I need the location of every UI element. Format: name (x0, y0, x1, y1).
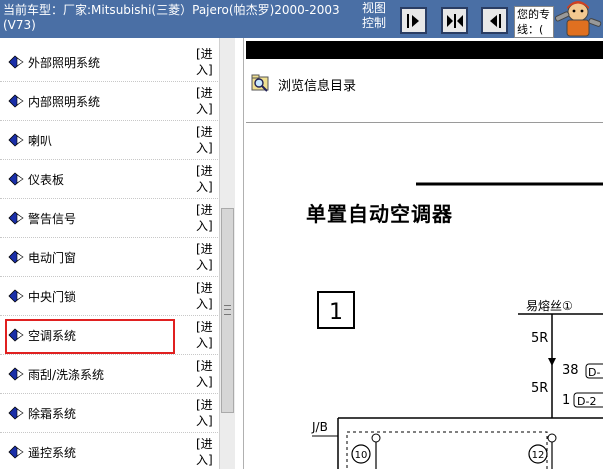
connector-tag-b-label: D-2 (577, 395, 596, 408)
wire-color-top: 5R (531, 331, 548, 346)
figure-number: 1 (329, 300, 343, 325)
menu-item-label: 外部照明系统 (28, 56, 101, 70)
pin-38-label: 38 (562, 363, 579, 378)
menu-item[interactable]: 内部照明系统 [进入] (0, 82, 218, 121)
document-pane: 浏览信息目录 单置自动空调器 1 易熔丝① 5R 38 D- 5R 1 D-2 … (246, 38, 603, 469)
current-model-code: (V73) (3, 18, 36, 32)
view-control-label: 视图控制 (362, 1, 387, 30)
hotline-message: 您的专线：( (514, 6, 554, 38)
menu-item-label: 中央门锁 (28, 290, 77, 304)
menu-item-label: 雨刮/洗涤系统 (28, 368, 105, 382)
connector-tag-a-label: D- (588, 366, 600, 379)
grip-icon (224, 305, 231, 315)
fuse-label: 易熔丝① (526, 298, 573, 313)
junction-block-label: J/B (311, 420, 328, 434)
menu-item[interactable]: 警告信号 [进入] (0, 199, 218, 238)
system-menu-pane: 外部照明系统 [进入] 内部照明系统 [进入] 喇叭 [进入] 仪表板 [进入] 警告信号 [进入… (0, 38, 244, 469)
expand-view-button[interactable] (441, 7, 468, 34)
scrollbar-thumb[interactable] (221, 208, 234, 413)
menu-scrollbar[interactable] (219, 38, 235, 469)
enter-link[interactable]: [进入] (196, 280, 213, 312)
enter-link[interactable]: [进入] (196, 397, 213, 429)
enter-link[interactable]: [进入] (196, 319, 213, 351)
book-diamond-icon (8, 250, 24, 264)
current-model-label: 当前车型：厂家:Mitsubishi(三菱）Pajero(帕杰罗)2000-20… (3, 3, 340, 17)
book-diamond-icon (8, 289, 24, 303)
previous-page-button[interactable] (481, 7, 508, 34)
mechanic-mascot-icon (554, 1, 602, 37)
circle-10-label: 10 (355, 450, 368, 461)
arrow-left-bar-icon (489, 13, 501, 28)
wire-arrow-icon (548, 358, 556, 366)
book-diamond-icon (8, 94, 24, 108)
book-diamond-icon (8, 211, 24, 225)
menu-item[interactable]: 仪表板 [进入] (0, 160, 218, 199)
menu-item-label: 遥控系统 (28, 446, 77, 460)
menu-item[interactable]: 中央门锁 [进入] (0, 277, 218, 316)
pin-1-label: 1 (562, 393, 570, 408)
book-diamond-icon (8, 328, 24, 342)
enter-link[interactable]: [进入] (196, 202, 213, 234)
menu-item[interactable]: 喇叭 [进入] (0, 121, 218, 160)
book-diamond-icon (8, 55, 24, 69)
circle-12-label: 12 (532, 450, 545, 461)
menu-item-label: 内部照明系统 (28, 95, 101, 109)
wiring-diagram: 1 易熔丝① 5R 38 D- 5R 1 D-2 J/B 10 12 (311, 182, 603, 469)
terminal-icon (371, 433, 381, 443)
book-diamond-icon (8, 445, 24, 459)
arrow-right-bar-icon (406, 13, 419, 28)
menu-item-label: 除霜系统 (28, 407, 77, 421)
enter-link[interactable]: [进入] (196, 436, 213, 468)
menu-item-label: 电动门窗 (28, 251, 77, 265)
menu-item[interactable]: 空调系统 [进入] (0, 316, 218, 355)
split-arrows-icon (446, 13, 463, 28)
next-page-button[interactable] (400, 7, 427, 34)
menu-item[interactable]: 电动门窗 [进入] (0, 238, 218, 277)
menu-item-label: 警告信号 (28, 212, 77, 226)
book-diamond-icon (8, 367, 24, 381)
wire-color-mid: 5R (531, 381, 548, 396)
menu-item[interactable]: 除霜系统 [进入] (0, 394, 218, 433)
enter-link[interactable]: [进入] (196, 124, 213, 156)
menu-item[interactable]: 雨刮/洗涤系统 [进入] (0, 355, 218, 394)
menu-item-label: 仪表板 (28, 173, 65, 187)
enter-link[interactable]: [进入] (196, 358, 213, 390)
enter-link[interactable]: [进入] (196, 163, 213, 195)
terminal-icon (547, 433, 557, 443)
book-diamond-icon (8, 133, 24, 147)
enter-link[interactable]: [进入] (196, 46, 213, 78)
menu-item-label: 喇叭 (28, 134, 53, 148)
book-diamond-icon (8, 406, 24, 420)
enter-link[interactable]: [进入] (196, 85, 213, 117)
top-bar: 当前车型：厂家:Mitsubishi(三菱）Pajero(帕杰罗)2000-20… (0, 0, 603, 38)
enter-link[interactable]: [进入] (196, 241, 213, 273)
book-diamond-icon (8, 172, 24, 186)
menu-item-label: 空调系统 (28, 329, 77, 343)
menu-item[interactable]: 外部照明系统 [进入] (0, 43, 218, 82)
menu-item[interactable]: 遥控系统 [进入] (0, 433, 218, 469)
